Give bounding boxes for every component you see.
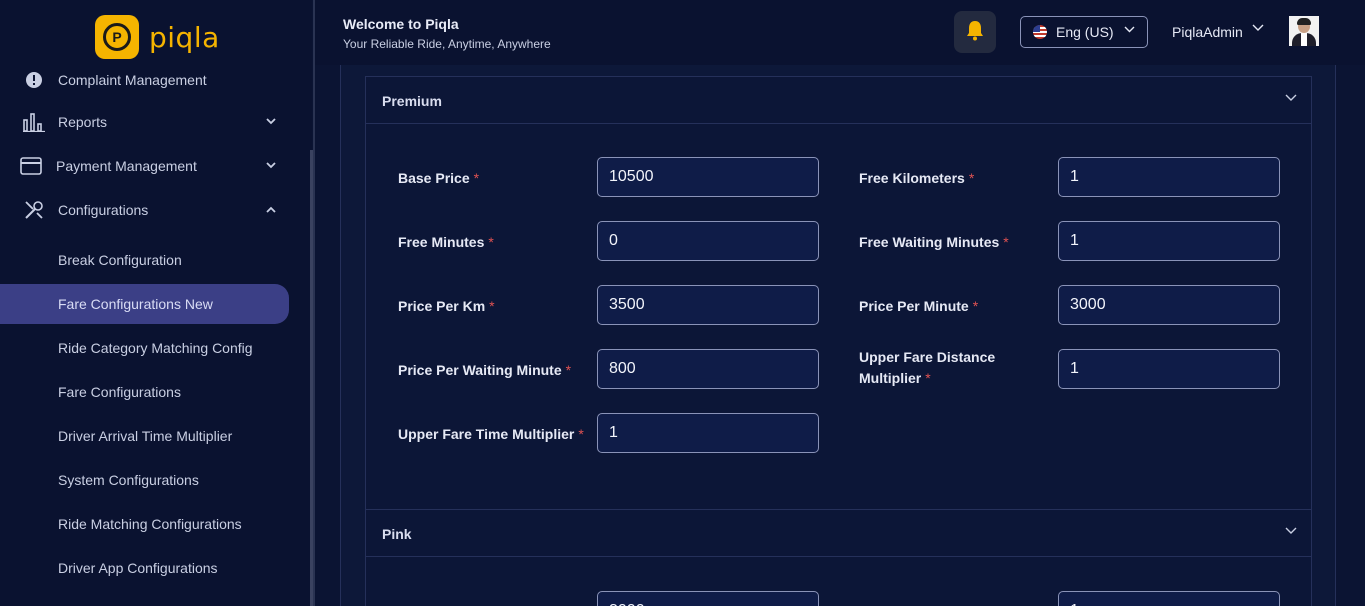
- alert-circle-icon: [22, 68, 46, 92]
- free-kilometers-input[interactable]: [1058, 157, 1280, 197]
- upper-fare-time-multiplier-input[interactable]: [597, 413, 819, 453]
- chevron-up-icon: [266, 205, 276, 216]
- upper-fare-distance-multiplier-label: Upper Fare Distance Multiplier *: [859, 347, 995, 389]
- sidebar-subitem-ride-matching-configurations[interactable]: Ride Matching Configurations: [0, 504, 289, 544]
- chevron-down-icon: [1285, 91, 1297, 105]
- sidebar-item-label: Complaint Management: [58, 72, 207, 88]
- logo-badge: P: [95, 15, 139, 59]
- sidebar-item-configurations[interactable]: Configurations: [0, 190, 300, 230]
- sidebar-item-label: Reports: [58, 114, 108, 130]
- user-menu[interactable]: PiqlaAdmin: [1172, 24, 1243, 40]
- sidebar-subitem-break-configuration[interactable]: Break Configuration: [0, 240, 289, 280]
- base-price-input[interactable]: [597, 157, 819, 197]
- chevron-down-icon: [266, 161, 276, 172]
- sidebar-subitem-label: Break Configuration: [58, 252, 182, 268]
- sidebar-item-label: Payment Management: [56, 158, 197, 174]
- price-per-km-label: Price Per Km *: [398, 298, 495, 314]
- upper-fare-distance-multiplier-input[interactable]: [1058, 349, 1280, 389]
- upper-fare-time-multiplier-label: Upper Fare Time Multiplier *: [398, 426, 584, 442]
- language-select[interactable]: Eng (US): [1020, 16, 1148, 48]
- sidebar-item-reports[interactable]: Reports: [0, 102, 300, 142]
- avatar-hair: [1297, 18, 1311, 25]
- top-header: Welcome to Piqla Your Reliable Ride, Any…: [315, 0, 1365, 65]
- panel-title: Premium: [382, 93, 442, 109]
- tools-icon: [22, 198, 46, 222]
- sidebar-subitem-system-configurations[interactable]: System Configurations: [0, 460, 289, 500]
- sidebar-item-complaint-management[interactable]: Complaint Management: [0, 60, 300, 100]
- avatar-shirt: [1301, 33, 1307, 46]
- price-per-minute-label: Price Per Minute *: [859, 298, 979, 314]
- welcome-title: Welcome to Piqla: [343, 16, 459, 32]
- price-per-waiting-minute-label: Price Per Waiting Minute *: [398, 362, 572, 378]
- logo[interactable]: P piqla: [95, 15, 220, 59]
- sidebar-divider: [313, 0, 315, 606]
- label-line-2: Multiplier *: [859, 370, 931, 386]
- sidebar-subitem-label: Driver Arrival Time Multiplier: [58, 428, 233, 444]
- panel-pink: Pink: [365, 509, 1312, 606]
- panel-header-premium[interactable]: Premium: [366, 77, 1311, 124]
- sidebar-subitem-label: Fare Configurations New: [58, 296, 213, 312]
- price-per-minute-input[interactable]: [1058, 285, 1280, 325]
- panel-title: Pink: [382, 526, 412, 542]
- sidebar-subitem-ride-category-matching-config[interactable]: Ride Category Matching Config: [0, 328, 289, 368]
- sidebar-subitem-label: System Configurations: [58, 472, 199, 488]
- chevron-down-icon[interactable]: [1252, 23, 1264, 35]
- free-minutes-label: Free Minutes *: [398, 234, 494, 250]
- notifications-button[interactable]: [954, 11, 996, 53]
- pink-right-input[interactable]: [1058, 591, 1280, 606]
- sidebar-subitem-label: Ride Category Matching Config: [58, 340, 253, 356]
- free-minutes-input[interactable]: [597, 221, 819, 261]
- main-content: Premium Base Price* Free Kilometers* Fre…: [340, 65, 1336, 606]
- bell-icon: [965, 19, 985, 46]
- sidebar-subitem-label: Driver App Configurations: [58, 560, 218, 576]
- sidebar-subitem-fare-configurations[interactable]: Fare Configurations: [0, 372, 289, 412]
- panel-premium: Premium Base Price* Free Kilometers* Fre…: [365, 76, 1312, 510]
- logo-text: piqla: [149, 20, 220, 54]
- label-line-1: Upper Fare Distance: [859, 349, 996, 365]
- sidebar-subitem-driver-arrival-time-multiplier[interactable]: Driver Arrival Time Multiplier: [0, 416, 289, 456]
- us-flag-icon: [1033, 25, 1047, 39]
- price-per-km-input[interactable]: [597, 285, 819, 325]
- free-kilometers-label: Free Kilometers *: [859, 170, 975, 186]
- sidebar-item-label: Configurations: [58, 202, 149, 218]
- sidebar-subitem-driver-app-configurations[interactable]: Driver App Configurations: [0, 548, 289, 588]
- bar-chart-icon: [22, 110, 46, 134]
- sidebar: P piqla Complaint Management Reports Pay…: [0, 0, 312, 606]
- credit-card-icon: [19, 154, 43, 178]
- base-price-label: Base Price *: [398, 170, 480, 186]
- sidebar-subitem-label: Fare Configurations: [58, 384, 181, 400]
- language-value: Eng (US): [1056, 24, 1114, 40]
- chevron-down-icon: [1124, 24, 1135, 36]
- chevron-down-icon: [1285, 524, 1297, 538]
- chevron-down-icon: [266, 117, 276, 128]
- sidebar-subitem-label: Ride Matching Configurations: [58, 516, 242, 532]
- free-waiting-minutes-input[interactable]: [1058, 221, 1280, 261]
- panel-header-pink[interactable]: Pink: [366, 510, 1311, 557]
- logo-glyph: P: [103, 23, 131, 51]
- sidebar-item-payment-management[interactable]: Payment Management: [0, 146, 300, 186]
- welcome-subtitle: Your Reliable Ride, Anytime, Anywhere: [343, 37, 551, 51]
- free-waiting-minutes-label: Free Waiting Minutes *: [859, 234, 1009, 250]
- price-per-waiting-minute-input[interactable]: [597, 349, 819, 389]
- sidebar-subitem-fare-configurations-new[interactable]: Fare Configurations New: [0, 284, 289, 324]
- avatar[interactable]: [1289, 16, 1319, 46]
- pink-left-input[interactable]: [597, 591, 819, 606]
